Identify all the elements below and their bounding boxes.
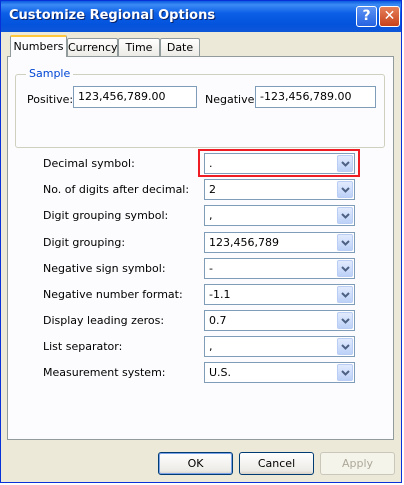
chevron-down-icon[interactable] [337, 364, 353, 381]
digits-after-decimal-label: No. of digits after decimal: [43, 183, 190, 196]
help-button[interactable]: ? [356, 6, 377, 27]
negative-label: Negative: [205, 93, 259, 106]
digits-after-decimal-value: 2 [209, 183, 216, 196]
chevron-down-icon[interactable] [337, 155, 353, 172]
positive-label: Positive: [27, 93, 74, 106]
digit-grouping-symbol-label: Digit grouping symbol: [43, 209, 169, 222]
tab-label: Time [125, 41, 153, 54]
negative-number-format-label: Negative number format: [43, 288, 183, 301]
ok-button[interactable]: OK [158, 452, 233, 475]
title-bar[interactable]: Customize Regional Options ? ✕ [1, 1, 401, 32]
negative-number-format-value: -1.1 [209, 288, 231, 301]
chevron-down-icon[interactable] [337, 286, 353, 303]
tab-label: Date [166, 41, 194, 54]
tab-numbers[interactable]: Numbers [10, 35, 67, 57]
digit-grouping-symbol-select[interactable]: , [204, 205, 355, 226]
digit-grouping-value: 123,456,789 [209, 236, 279, 249]
digits-after-decimal-select[interactable]: 2 [204, 179, 355, 200]
negative-value: -123,456,789.00 [260, 90, 352, 103]
display-leading-zeros-value: 0.7 [209, 314, 227, 327]
chevron-down-icon[interactable] [337, 338, 353, 355]
decimal-symbol-select[interactable]: . [204, 153, 355, 174]
close-button[interactable]: ✕ [379, 6, 400, 27]
tab-label: Currency [68, 41, 118, 54]
decimal-symbol-value: . [209, 157, 213, 170]
chevron-down-icon[interactable] [337, 181, 353, 198]
measurement-system-select[interactable]: U.S. [204, 362, 355, 383]
digit-grouping-symbol-value: , [209, 209, 213, 222]
tab-date[interactable]: Date [160, 38, 200, 56]
sample-legend: Sample [26, 67, 74, 80]
positive-value: 123,456,789.00 [78, 90, 166, 103]
close-icon: ✕ [383, 8, 396, 24]
chevron-down-icon[interactable] [337, 260, 353, 277]
tab-time[interactable]: Time [118, 38, 160, 56]
display-leading-zeros-select[interactable]: 0.7 [204, 310, 355, 331]
tab-currency[interactable]: Currency [67, 38, 118, 56]
chevron-down-icon[interactable] [337, 207, 353, 224]
list-separator-select[interactable]: , [204, 336, 355, 357]
list-separator-value: , [209, 340, 213, 353]
negative-sample-field: -123,456,789.00 [255, 86, 376, 108]
chevron-down-icon[interactable] [337, 312, 353, 329]
measurement-system-value: U.S. [209, 366, 232, 379]
apply-button[interactable]: Apply [320, 452, 395, 475]
measurement-system-label: Measurement system: [43, 366, 166, 379]
cancel-button[interactable]: Cancel [239, 452, 314, 475]
negative-number-format-select[interactable]: -1.1 [204, 284, 355, 305]
digit-grouping-label: Digit grouping: [43, 236, 126, 249]
chevron-down-icon[interactable] [337, 234, 353, 251]
negative-sign-symbol-value: - [209, 262, 213, 275]
display-leading-zeros-label: Display leading zeros: [43, 314, 165, 327]
window-title: Customize Regional Options [9, 8, 216, 23]
negative-sign-symbol-select[interactable]: - [204, 258, 355, 279]
positive-sample-field: 123,456,789.00 [73, 86, 197, 108]
digit-grouping-select[interactable]: 123,456,789 [204, 232, 355, 253]
negative-sign-symbol-label: Negative sign symbol: [43, 262, 166, 275]
help-icon: ? [362, 8, 371, 24]
list-separator-label: List separator: [43, 340, 123, 353]
tab-label: Numbers [13, 40, 64, 53]
decimal-symbol-label: Decimal symbol: [43, 157, 135, 170]
